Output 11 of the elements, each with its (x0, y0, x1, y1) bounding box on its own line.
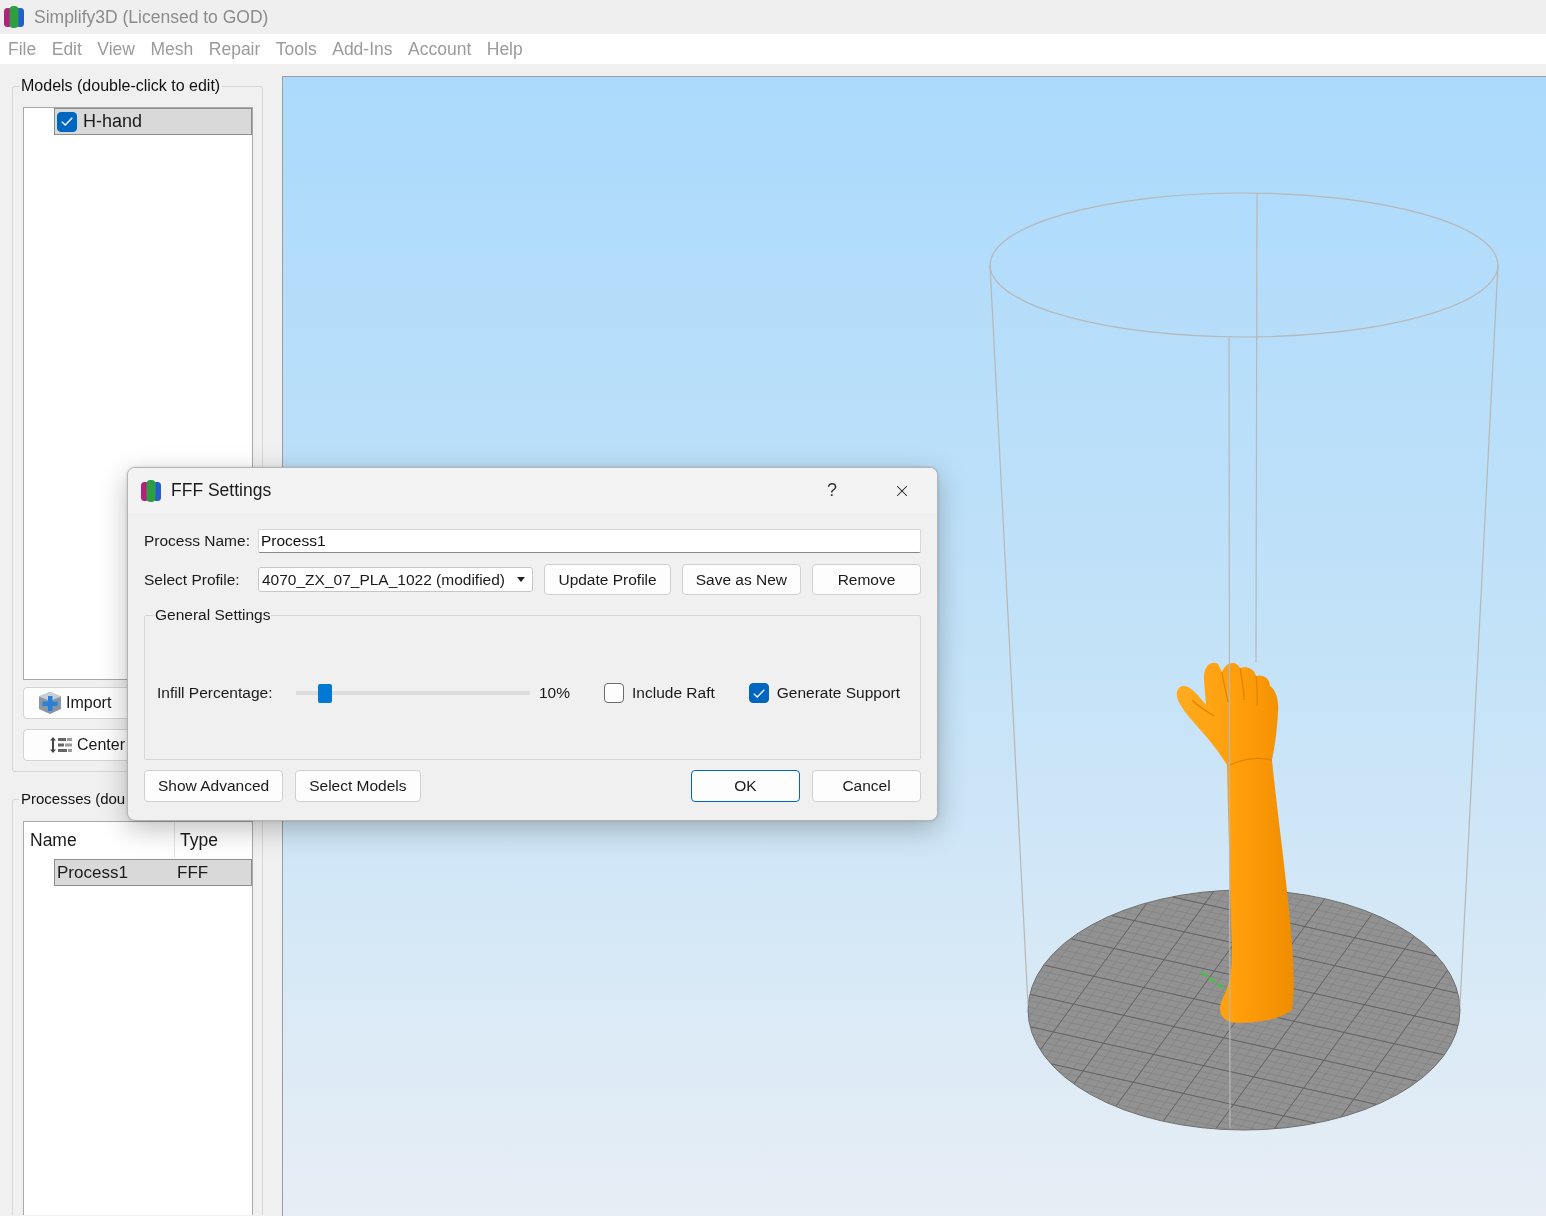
field-label: Process Name: (144, 532, 251, 550)
slider-value: 10% (539, 684, 571, 702)
table-cell-text: FFF (176, 862, 210, 883)
table-cell-text: Process1 (56, 862, 129, 883)
group-title: Models (double-click to edit) (20, 76, 222, 96)
field-label: Select Profile: (144, 570, 241, 589)
group-title: Processes (dou (20, 789, 127, 809)
dialog-title: FFF Settings (171, 480, 272, 501)
field-label: Infill Percentage: (157, 684, 274, 702)
window-title: Simplify3D (Licensed to GOD) (34, 6, 269, 28)
group-title: General Settings (154, 605, 272, 625)
